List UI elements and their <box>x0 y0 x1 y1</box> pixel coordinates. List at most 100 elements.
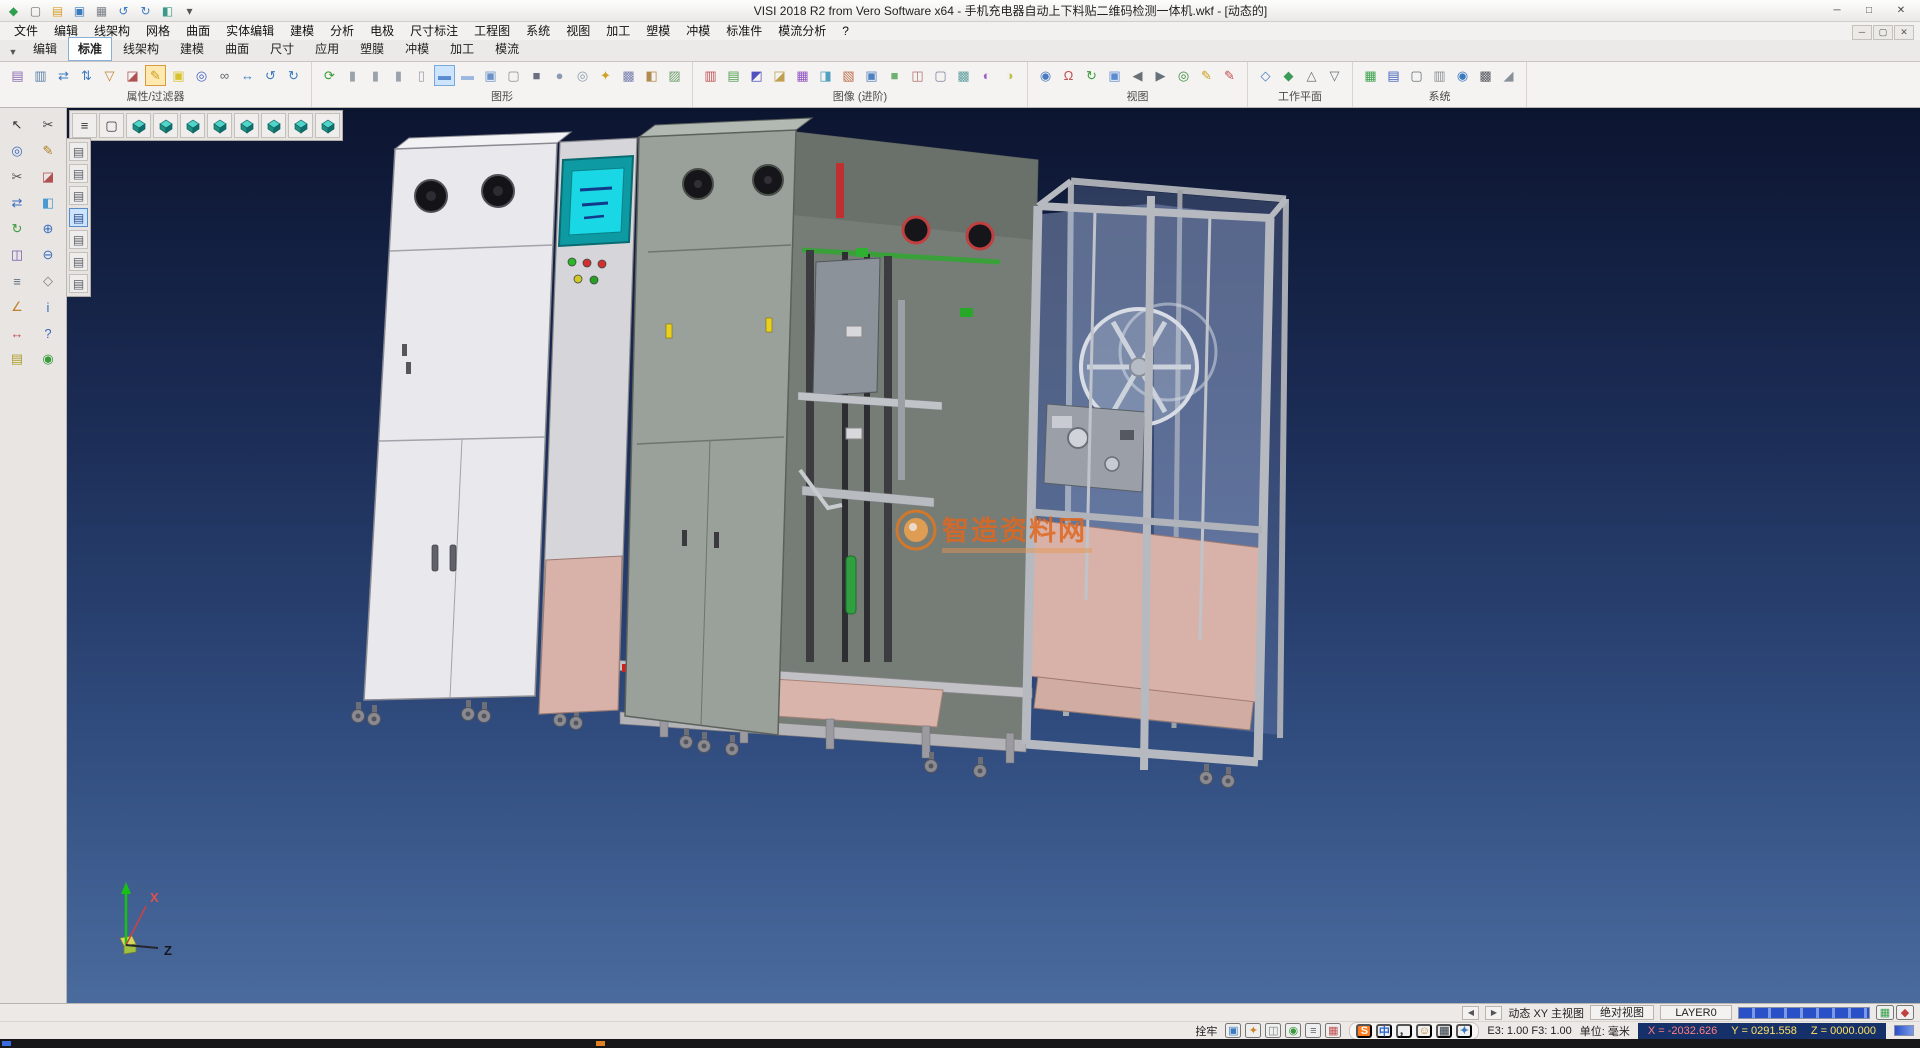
prev-view-icon[interactable]: ◀ <box>1127 65 1148 86</box>
zoom-icon[interactable]: ◉ <box>1035 65 1056 86</box>
mirror-icon[interactable]: ◫ <box>4 244 30 266</box>
dimension-icon[interactable]: ↔ <box>4 322 30 344</box>
trim-icon[interactable]: ✂ <box>4 166 30 188</box>
palette-grid-icon[interactable]: ▦ <box>1876 1005 1894 1020</box>
highlighter-icon[interactable]: ▣ <box>168 65 189 86</box>
view-axon-button[interactable] <box>315 113 340 138</box>
ribbon-tab[interactable]: 模流 <box>485 37 529 61</box>
rotate-icon[interactable]: ↻ <box>4 218 30 240</box>
minimize-button[interactable]: ─ <box>1822 2 1852 20</box>
globe-icon[interactable]: ◉ <box>1452 65 1473 86</box>
view-right-button[interactable] <box>234 113 259 138</box>
clipboard-icon[interactable]: ▤ <box>69 274 88 293</box>
fill-icon[interactable]: ■ <box>884 65 905 86</box>
stretch-icon[interactable]: ↔ <box>237 65 258 86</box>
eye-icon[interactable]: ◎ <box>1173 65 1194 86</box>
match-icon[interactable]: ⇅ <box>76 65 97 86</box>
wireframe-view-icon[interactable]: ▢ <box>503 65 524 86</box>
sphere-icon[interactable]: ● <box>549 65 570 86</box>
contrast-icon[interactable]: ◐ <box>976 65 997 86</box>
layer-icon[interactable]: ▤ <box>4 348 30 370</box>
view-iso-nw-button[interactable] <box>153 113 178 138</box>
clipboard-icon[interactable]: ▤ <box>69 230 88 249</box>
workplane-view-icon[interactable]: ▽ <box>1324 65 1345 86</box>
record-icon[interactable]: ◉ <box>1285 1023 1301 1038</box>
zoom-in-icon[interactable]: ⊕ <box>35 218 61 240</box>
picker-icon[interactable]: ◎ <box>191 65 212 86</box>
link-icon[interactable]: ∞ <box>214 65 235 86</box>
panel-light-icon[interactable]: ▬ <box>457 65 478 86</box>
layer-manager-icon[interactable]: ▤ <box>1383 65 1404 86</box>
texture-icon[interactable]: ▨ <box>664 65 685 86</box>
menu-item[interactable]: 视图 <box>558 22 598 40</box>
view-iso-se-button[interactable] <box>261 113 286 138</box>
menu-item[interactable]: 模流分析 <box>770 22 834 40</box>
quickbar-dropdown-icon[interactable]: ▾ <box>180 2 199 19</box>
snap-icon[interactable]: ◎ <box>4 140 30 162</box>
help-icon[interactable]: ? <box>35 322 61 344</box>
halftone-icon[interactable]: ◨ <box>815 65 836 86</box>
ribbon-tab[interactable]: 应用 <box>305 37 349 61</box>
ribbon-tab[interactable]: 线架构 <box>113 37 169 61</box>
redo-icon[interactable]: ↻ <box>283 65 304 86</box>
cylinder-1-icon[interactable]: ▮ <box>342 65 363 86</box>
histogram-icon[interactable]: ▥ <box>700 65 721 86</box>
render-icon[interactable]: ▩ <box>618 65 639 86</box>
view-iso-ne-button[interactable] <box>126 113 151 138</box>
workplane-icon[interactable]: ◇ <box>1255 65 1276 86</box>
annotate-icon[interactable]: ✎ <box>1196 65 1217 86</box>
star-icon[interactable]: ✦ <box>1245 1023 1261 1038</box>
snap-marker-icon[interactable]: ◆ <box>1896 1005 1914 1020</box>
viewport-3d[interactable]: 智造资料网 X Z ≡▢ <box>67 108 1920 1003</box>
menu-item[interactable]: 加工 <box>598 22 638 40</box>
solid-view-icon[interactable]: ■ <box>526 65 547 86</box>
pin-icon[interactable]: ▣ <box>1225 1023 1241 1038</box>
menu-item[interactable]: ? <box>834 22 857 40</box>
lock-label[interactable]: 拴牢 <box>1195 1023 1217 1039</box>
info-icon[interactable]: i <box>35 296 61 318</box>
pattern-icon[interactable]: ▦ <box>792 65 813 86</box>
new-file-icon[interactable]: ▢ <box>26 2 45 19</box>
list-icon[interactable]: ≡ <box>1305 1023 1321 1038</box>
monitor-icon[interactable]: ▢ <box>1406 65 1427 86</box>
ribbon-tab[interactable]: 尺寸 <box>260 37 304 61</box>
print-icon[interactable]: ▦ <box>92 2 111 19</box>
split-icon[interactable]: ◩ <box>746 65 767 86</box>
absolute-view-button[interactable]: 绝对视图 <box>1590 1005 1654 1020</box>
erase-icon[interactable]: ◪ <box>35 166 61 188</box>
cut-icon[interactable]: ✂ <box>35 114 61 136</box>
light-icon[interactable]: ✦ <box>595 65 616 86</box>
layer-indicator[interactable]: LAYER0 <box>1660 1005 1732 1020</box>
refresh-icon[interactable]: ⟳ <box>319 65 340 86</box>
material-icon[interactable]: ◧ <box>641 65 662 86</box>
world-icon[interactable]: ◉ <box>35 348 61 370</box>
fit-view-icon[interactable]: ▣ <box>1104 65 1125 86</box>
shaded-view-icon[interactable]: ▣ <box>480 65 501 86</box>
matrix-icon[interactable]: ▩ <box>1475 65 1496 86</box>
ribbon-tab[interactable]: 标准 <box>68 37 112 61</box>
tab-dropdown-icon[interactable]: ▼ <box>4 43 22 61</box>
transform-icon[interactable]: ⇄ <box>4 192 30 214</box>
clipboard-icon[interactable]: ▤ <box>69 164 88 183</box>
workplane-set-icon[interactable]: ◆ <box>1278 65 1299 86</box>
box-icon[interactable]: ▯ <box>411 65 432 86</box>
ribbon-tab[interactable]: 塑膜 <box>350 37 394 61</box>
view-next-button[interactable]: ▶ <box>1485 1006 1502 1020</box>
ribbon-tab[interactable]: 编辑 <box>23 37 67 61</box>
invert-icon[interactable]: ◑ <box>999 65 1020 86</box>
pan-icon[interactable]: ◇ <box>35 270 61 292</box>
outline-icon[interactable]: ▢ <box>930 65 951 86</box>
view-plain-icon[interactable]: ▢ <box>99 113 124 138</box>
ribbon-tab[interactable]: 曲面 <box>215 37 259 61</box>
layers-icon[interactable]: ▤ <box>723 65 744 86</box>
viewbar-menu-icon[interactable]: ≡ <box>72 113 97 138</box>
angle-icon[interactable]: ∠ <box>4 296 30 318</box>
zoom-out-icon[interactable]: ⊖ <box>35 244 61 266</box>
mdi-close-button[interactable]: ✕ <box>1894 25 1914 40</box>
palette-icon[interactable]: ▦ <box>1360 65 1381 86</box>
eraser-icon[interactable]: ◪ <box>122 65 143 86</box>
panel-icon[interactable]: ◫ <box>1265 1023 1281 1038</box>
undo-icon[interactable]: ↺ <box>114 2 133 19</box>
redo-icon[interactable]: ↻ <box>136 2 155 19</box>
emoji-icon[interactable]: ☺ <box>1416 1024 1432 1038</box>
